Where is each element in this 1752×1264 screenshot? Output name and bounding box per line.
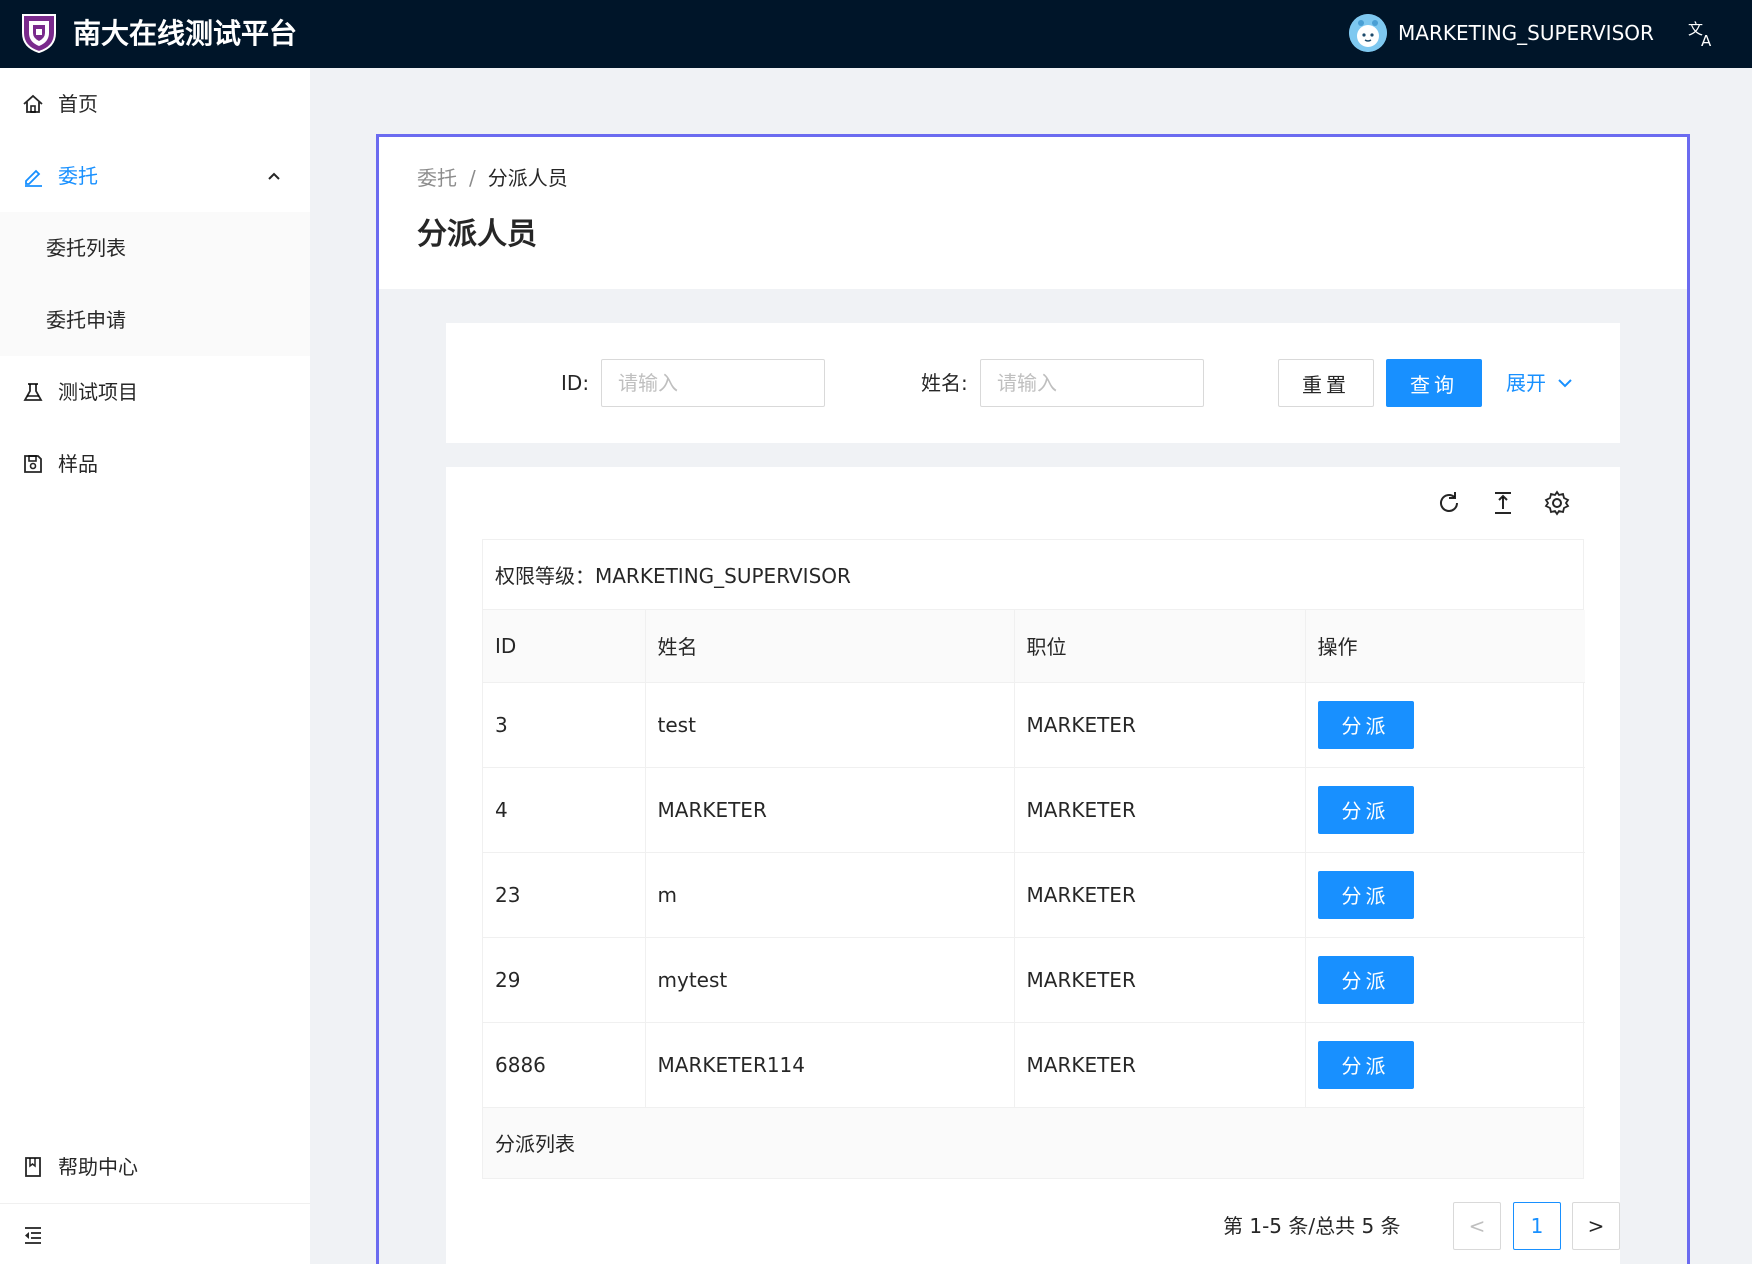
cell-action: 分派 <box>1305 682 1585 768</box>
table-row: 29 mytest MARKETER 分派 <box>483 937 1585 1023</box>
cell-name: MARKETER <box>645 767 1015 853</box>
page-number-button[interactable]: 1 <box>1513 1202 1561 1250</box>
column-header-action: 操作 <box>1305 610 1585 683</box>
next-page-button[interactable]: > <box>1572 1202 1620 1250</box>
chevron-right-icon: > <box>1587 1214 1605 1238</box>
column-height-icon[interactable] <box>1489 489 1517 517</box>
svg-text:A: A <box>1701 32 1712 48</box>
cell-action: 分派 <box>1305 1022 1585 1108</box>
cell-action: 分派 <box>1305 852 1585 938</box>
expand-toggle[interactable]: 展开 <box>1506 368 1574 398</box>
id-label: ID: <box>561 371 590 395</box>
sidebar-subitem-entrust-list[interactable]: 委托列表 <box>46 233 126 263</box>
pagination-total: 第 1-5 条/总共 5 条 <box>1223 1214 1401 1238</box>
id-input[interactable] <box>601 359 825 407</box>
book-icon <box>25 1157 41 1177</box>
name-input[interactable] <box>980 359 1204 407</box>
university-shield-icon[interactable] <box>20 11 58 53</box>
help-center-label: 帮助中心 <box>58 1155 138 1179</box>
cell-name: test <box>645 682 1015 768</box>
table-row: 23 m MARKETER 分派 <box>483 852 1585 938</box>
cell-name: mytest <box>645 937 1015 1023</box>
content-area: 委托 / 分派人员 分派人员 ID: 姓名: 重置 查询 展开 <box>376 134 1690 1264</box>
sidebar-item-test-projects[interactable]: 测试项目 <box>0 356 310 428</box>
cell-id: 29 <box>483 937 646 1023</box>
sidebar-item-label: 样品 <box>58 452 98 476</box>
chevron-left-icon: < <box>1468 1214 1486 1238</box>
cell-name: MARKETER114 <box>645 1022 1015 1108</box>
table-card: 权限等级：MARKETING_SUPERVISOR ID 姓名 职位 操作 3 <box>446 467 1620 1264</box>
sidebar-item-home[interactable]: 首页 <box>0 68 310 140</box>
breadcrumb-separator: / <box>469 166 476 190</box>
username[interactable]: MARKETING_SUPERVISOR <box>1398 18 1654 48</box>
cell-position: MARKETER <box>1014 682 1306 768</box>
cell-action: 分派 <box>1305 937 1585 1023</box>
cell-position: MARKETER <box>1014 1022 1306 1108</box>
submenu-entrust: 委托列表 委托申请 <box>0 212 310 356</box>
edit-icon <box>25 169 42 187</box>
column-header-id: ID <box>483 610 646 683</box>
assign-button[interactable]: 分派 <box>1317 955 1414 1004</box>
sidebar-item-entrust[interactable]: 委托 <box>0 140 310 212</box>
translate-icon[interactable]: 文 A <box>1688 18 1716 48</box>
reset-button[interactable]: 重置 <box>1278 359 1374 407</box>
sidebar-item-label: 测试项目 <box>58 380 138 404</box>
chevron-up-icon[interactable] <box>266 168 282 184</box>
page-header: 委托 / 分派人员 分派人员 <box>379 137 1687 289</box>
cell-name: m <box>645 852 1015 938</box>
avatar[interactable] <box>1349 14 1387 52</box>
breadcrumb-current: 分派人员 <box>487 166 568 190</box>
assign-button[interactable]: 分派 <box>1317 785 1414 834</box>
table-row: 3 test MARKETER 分派 <box>483 682 1585 768</box>
app-title: 南大在线测试平台 <box>73 17 298 50</box>
cell-id: 4 <box>483 767 646 853</box>
assign-button[interactable]: 分派 <box>1317 1040 1414 1089</box>
cell-id: 23 <box>483 852 646 938</box>
divider <box>0 1203 310 1204</box>
prev-page-button[interactable]: < <box>1453 1202 1501 1250</box>
page-title: 分派人员 <box>417 217 537 252</box>
sidebar-item-samples[interactable]: 样品 <box>0 428 310 500</box>
table-header-row: ID 姓名 职位 操作 <box>483 610 1585 683</box>
reload-icon[interactable] <box>1435 489 1463 517</box>
avatar-icon <box>1349 14 1387 52</box>
assign-button[interactable]: 分派 <box>1317 870 1414 919</box>
home-icon <box>23 94 43 113</box>
setting-icon[interactable] <box>1543 489 1571 517</box>
top-header: 南大在线测试平台 MARKETING_SUPERVISOR 文 A <box>0 0 1752 68</box>
flask-icon <box>23 383 43 401</box>
expand-label: 展开 <box>1506 371 1546 395</box>
staff-table: 权限等级：MARKETING_SUPERVISOR ID 姓名 职位 操作 3 <box>482 539 1585 1179</box>
column-header-name: 姓名 <box>645 610 1015 683</box>
table-footer: 分派列表 <box>483 1107 1583 1178</box>
sidebar-item-label: 委托 <box>58 164 98 188</box>
cell-position: MARKETER <box>1014 767 1306 853</box>
column-header-position: 职位 <box>1014 610 1306 683</box>
cell-id: 3 <box>483 682 646 768</box>
sidebar-item-help-center[interactable]: 帮助中心 <box>0 1131 310 1203</box>
sidebar-item-label: 首页 <box>58 92 98 116</box>
search-form: ID: 姓名: 重置 查询 展开 <box>446 323 1620 443</box>
breadcrumb: 委托 / 分派人员 <box>417 163 568 193</box>
table-row: 6886 MARKETER114 MARKETER 分派 <box>483 1022 1585 1108</box>
save-icon <box>24 455 42 473</box>
name-label: 姓名: <box>921 371 968 395</box>
cell-position: MARKETER <box>1014 852 1306 938</box>
query-button[interactable]: 查询 <box>1386 359 1482 407</box>
menu-fold-icon[interactable] <box>22 1224 44 1246</box>
cell-id: 6886 <box>483 1022 646 1108</box>
table-row: 4 MARKETER MARKETER 分派 <box>483 767 1585 853</box>
assign-button[interactable]: 分派 <box>1317 700 1414 749</box>
breadcrumb-parent[interactable]: 委托 <box>417 163 457 193</box>
chevron-down-icon <box>1558 379 1572 388</box>
cell-position: MARKETER <box>1014 937 1306 1023</box>
table-title: 权限等级：MARKETING_SUPERVISOR <box>483 540 1583 610</box>
pagination: 第 1-5 条/总共 5 条 < 1 > <box>446 1202 1620 1250</box>
sidebar-subitem-entrust-apply[interactable]: 委托申请 <box>46 305 126 335</box>
cell-action: 分派 <box>1305 767 1585 853</box>
sidebar: 首页 委托 委托列表 委托申请 测试项目 样品 帮助中心 <box>0 68 310 1264</box>
